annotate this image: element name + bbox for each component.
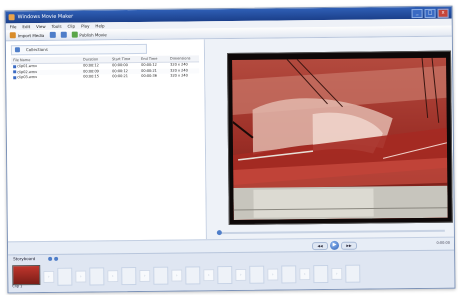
transition-slot[interactable]: › — [235, 268, 247, 281]
app-icon — [8, 14, 15, 21]
storyboard-label[interactable]: Storyboard — [13, 256, 35, 261]
storyboard-strip: Clip 1 › › › › › › › › › › — [12, 259, 450, 292]
maximize-button[interactable]: □ — [424, 8, 436, 18]
empty-clip-slot[interactable] — [313, 264, 329, 284]
publish-icon — [71, 31, 78, 38]
empty-clip-slot[interactable] — [153, 266, 169, 285]
surgical-scene-image — [232, 57, 448, 220]
file-end: 00:00:36 — [141, 73, 157, 78]
file-start: 00:00:21 — [112, 74, 128, 79]
transition-slot[interactable]: › — [139, 269, 151, 282]
video-file-icon — [13, 75, 17, 79]
empty-clip-slot[interactable] — [217, 265, 233, 285]
file-duration: 00:00:15 — [83, 74, 99, 79]
file-name: clip03.wmv — [11, 75, 83, 81]
file-name-text: clip01.wmv — [17, 64, 38, 69]
empty-clip-slot[interactable] — [281, 265, 297, 284]
play-button[interactable]: ▶ — [329, 240, 340, 250]
preview-pane — [204, 36, 454, 240]
playback-controls: ◀◀ ▶ ▶▶ — [311, 240, 358, 250]
video-file-icon — [13, 70, 17, 74]
column-header-end[interactable]: End Time — [141, 56, 170, 62]
window-title: Windows Movie Maker — [17, 13, 74, 21]
storyboard-back-icon[interactable] — [48, 256, 53, 261]
video-frame — [232, 57, 448, 220]
transition-slot[interactable]: › — [107, 270, 119, 283]
transition-slot[interactable]: › — [299, 268, 311, 281]
column-header-name[interactable]: File Name — [11, 57, 83, 64]
column-header-duration[interactable]: Duration — [83, 56, 112, 62]
publish-label: Publish Movie — [79, 31, 107, 38]
empty-clip-slot[interactable] — [249, 265, 265, 284]
app-window: Windows Movie Maker _ □ x File Edit View… — [4, 5, 456, 294]
file-name-text: clip02.wmv — [17, 69, 38, 74]
transition-slot[interactable]: › — [171, 269, 183, 282]
empty-clip-slot[interactable] — [57, 267, 73, 286]
clip-label: Clip 1 — [12, 284, 23, 289]
empty-clip-slot[interactable] — [89, 267, 105, 286]
transition-slot[interactable]: › — [331, 267, 343, 280]
publish-movie-button[interactable]: Publish Movie — [71, 31, 107, 38]
empty-clip-slot[interactable] — [121, 266, 137, 286]
file-list: File Name Duration Start Time End Time D… — [11, 55, 200, 80]
transition-slot[interactable]: › — [267, 268, 279, 281]
previous-frame-button[interactable]: ◀◀ — [311, 241, 329, 250]
clip-thumbnail — [12, 264, 41, 286]
import-media-button[interactable]: Import Media — [9, 32, 45, 39]
transition-slot[interactable]: › — [75, 270, 87, 283]
breadcrumb[interactable]: Collections — [10, 43, 147, 56]
column-header-start[interactable]: Start Time — [112, 56, 141, 62]
transition-slot[interactable]: › — [203, 269, 215, 282]
breadcrumb-label: Collections — [25, 46, 48, 53]
file-row[interactable]: clip03.wmv 00:00:15 00:00:21 00:00:36 32… — [11, 73, 199, 80]
video-preview[interactable] — [226, 50, 453, 226]
storyboard: Storyboard Clip 1 › › › › › › › › › › — [8, 249, 455, 293]
column-header-dimensions[interactable]: Dimensions — [170, 55, 199, 61]
folder-icon — [14, 47, 20, 53]
seek-bar[interactable] — [216, 229, 445, 236]
video-file-icon — [13, 64, 17, 68]
transition-slot[interactable]: › — [43, 270, 55, 283]
timecode: 0:00:00 — [436, 240, 451, 245]
storyboard-clip[interactable]: Clip 1 — [12, 264, 41, 289]
window-controls: _ □ x — [411, 8, 449, 19]
empty-clip-slot[interactable] — [345, 264, 361, 283]
storyboard-forward-icon[interactable] — [54, 256, 59, 261]
minimize-button[interactable]: _ — [411, 8, 423, 19]
undo-icon[interactable] — [49, 31, 56, 38]
file-dimensions: 320 x 240 — [170, 73, 188, 78]
empty-clip-slot[interactable] — [185, 266, 201, 285]
next-frame-button[interactable]: ▶▶ — [340, 241, 358, 250]
import-icon — [9, 32, 16, 39]
seek-handle[interactable] — [216, 230, 222, 236]
close-button[interactable]: x — [437, 8, 449, 18]
import-label: Import Media — [17, 32, 45, 38]
redo-icon[interactable] — [60, 31, 67, 38]
file-name-text: clip03.wmv — [17, 75, 38, 80]
collections-pane: Collections File Name Duration Start Tim… — [5, 39, 207, 242]
